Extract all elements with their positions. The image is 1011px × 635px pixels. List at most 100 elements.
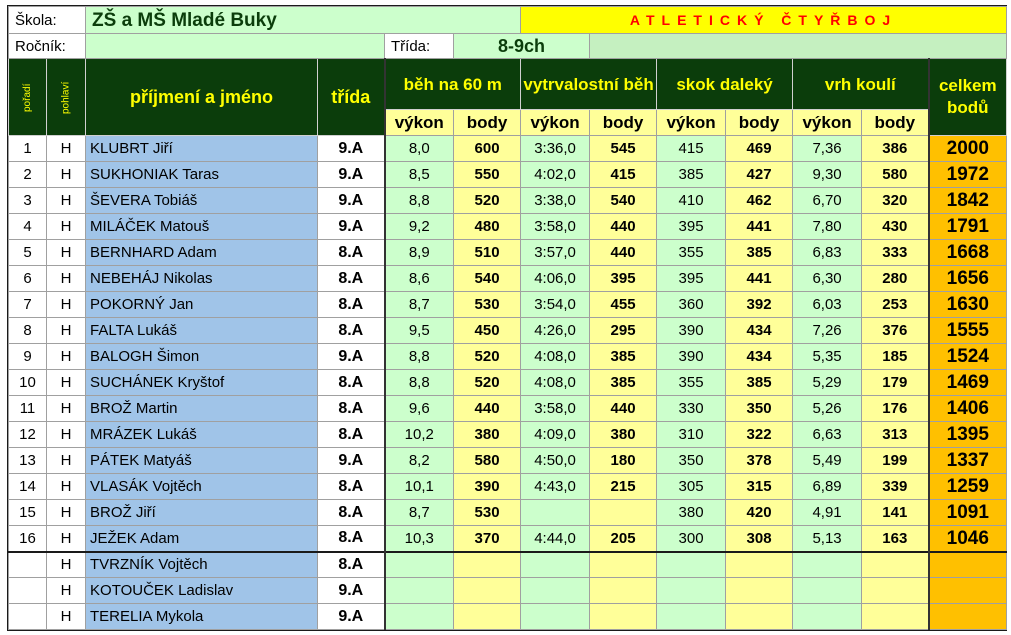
athlete-name: BROŽ Jiří	[85, 499, 319, 526]
sex-cell: H	[45, 213, 87, 240]
perf-endurance: 3:38,0	[520, 187, 591, 214]
perf-long-jump: 300	[656, 525, 727, 552]
perf-long-jump: 395	[656, 265, 727, 292]
class-label: Třída:	[384, 33, 455, 59]
pts-endurance: 455	[589, 291, 658, 318]
total-points: 1469	[928, 369, 1008, 396]
pts-shot-put: 141	[861, 499, 930, 526]
pts-long-jump: 308	[725, 525, 794, 552]
sex-cell: H	[45, 317, 87, 344]
athlete-name: TVRZNÍK Vojtěch	[85, 550, 319, 578]
header-filler	[589, 33, 1008, 59]
perf-shot-put: 6,70	[792, 187, 863, 214]
table-row: 9 H BALOGH Šimon 9.A 8,8 520 4:08,0 385 390 434 5,…	[8, 343, 1008, 370]
perf-60m	[383, 577, 455, 604]
perf-endurance: 4:06,0	[520, 265, 591, 292]
perf-shot-put: 6,30	[792, 265, 863, 292]
pts-60m	[453, 603, 522, 630]
pts-shot-put: 580	[861, 161, 930, 188]
perf-long-jump: 390	[656, 343, 727, 370]
year-value	[85, 33, 386, 59]
rank-cell: 2	[8, 161, 47, 188]
school-label: Škola:	[7, 6, 87, 34]
athlete-name: SUKHONIAK Taras	[85, 161, 319, 188]
pts-long-jump: 441	[725, 213, 794, 240]
perf-60m: 9,2	[383, 213, 455, 240]
perf-endurance: 4:08,0	[520, 369, 591, 396]
pts-60m: 390	[453, 473, 522, 500]
perf-60m: 10,3	[383, 525, 455, 552]
perf-60m: 8,8	[383, 369, 455, 396]
sex-cell: H	[45, 239, 87, 266]
perf-60m: 8,6	[383, 265, 455, 292]
sex-cell: H	[45, 187, 87, 214]
perf-long-jump	[656, 550, 727, 578]
pts-shot-put: 320	[861, 187, 930, 214]
pts-long-jump: 434	[725, 343, 794, 370]
sub-pts: body	[453, 109, 522, 136]
athlete-name: KOTOUČEK Ladislav	[85, 577, 319, 604]
sub-pts: body	[725, 109, 794, 136]
pts-endurance: 215	[589, 473, 658, 500]
perf-shot-put: 7,26	[792, 317, 863, 344]
sex-cell: H	[45, 577, 87, 604]
perf-long-jump	[656, 577, 727, 604]
pts-endurance	[589, 550, 658, 578]
perf-endurance: 4:50,0	[520, 447, 591, 474]
col-event-60m: běh na 60 m	[383, 58, 522, 110]
total-points: 1842	[928, 187, 1008, 214]
pts-long-jump	[725, 577, 794, 604]
perf-long-jump	[656, 603, 727, 630]
class-cell: 8.A	[317, 525, 386, 552]
pts-long-jump: 462	[725, 187, 794, 214]
pts-long-jump: 350	[725, 395, 794, 422]
perf-60m: 8,7	[383, 291, 455, 318]
perf-long-jump: 330	[656, 395, 727, 422]
pts-shot-put: 253	[861, 291, 930, 318]
pts-60m: 520	[453, 187, 522, 214]
class-cell: 9.A	[317, 135, 386, 162]
perf-60m	[383, 603, 455, 630]
pts-endurance: 545	[589, 135, 658, 162]
class-cell: 8.A	[317, 473, 386, 500]
sex-cell: H	[45, 421, 87, 448]
perf-endurance	[520, 550, 591, 578]
table-row: 5 H BERNHARD Adam 8.A 8,9 510 3:57,0 440 355 385 6…	[8, 239, 1008, 266]
perf-shot-put: 7,80	[792, 213, 863, 240]
rank-cell	[8, 577, 47, 604]
pts-endurance: 440	[589, 239, 658, 266]
pts-long-jump: 469	[725, 135, 794, 162]
pts-endurance	[589, 577, 658, 604]
table-row: 15 H BROŽ Jiří 8.A 8,7 530 380 420 4,91 141 1091	[8, 499, 1008, 526]
pts-endurance	[589, 603, 658, 630]
rank-cell: 9	[8, 343, 47, 370]
pts-endurance: 180	[589, 447, 658, 474]
pts-endurance	[589, 499, 658, 526]
perf-endurance: 3:58,0	[520, 395, 591, 422]
perf-long-jump: 415	[656, 135, 727, 162]
col-event-long-jump: skok daleký	[656, 58, 794, 110]
sex-cell: H	[45, 473, 87, 500]
total-points	[928, 550, 1008, 578]
sex-cell: H	[45, 161, 87, 188]
pts-long-jump: 322	[725, 421, 794, 448]
table-row: 3 H ŠEVERA Tobiáš 9.A 8,8 520 3:38,0 540 410 462 6…	[8, 187, 1008, 214]
pts-long-jump: 420	[725, 499, 794, 526]
col-name: příjmení a jméno	[85, 58, 319, 136]
perf-shot-put: 6,83	[792, 239, 863, 266]
perf-long-jump: 385	[656, 161, 727, 188]
pts-shot-put: 333	[861, 239, 930, 266]
class-cell: 8.A	[317, 317, 386, 344]
perf-60m: 9,5	[383, 317, 455, 344]
total-points	[928, 577, 1008, 604]
class-cell: 9.A	[317, 213, 386, 240]
sex-cell: H	[45, 499, 87, 526]
sex-cell: H	[45, 447, 87, 474]
athlete-name: POKORNÝ Jan	[85, 291, 319, 318]
pts-60m: 440	[453, 395, 522, 422]
pts-shot-put: 386	[861, 135, 930, 162]
perf-shot-put: 5,35	[792, 343, 863, 370]
rank-cell: 10	[8, 369, 47, 396]
pts-60m: 520	[453, 343, 522, 370]
sex-cell: H	[45, 550, 87, 578]
